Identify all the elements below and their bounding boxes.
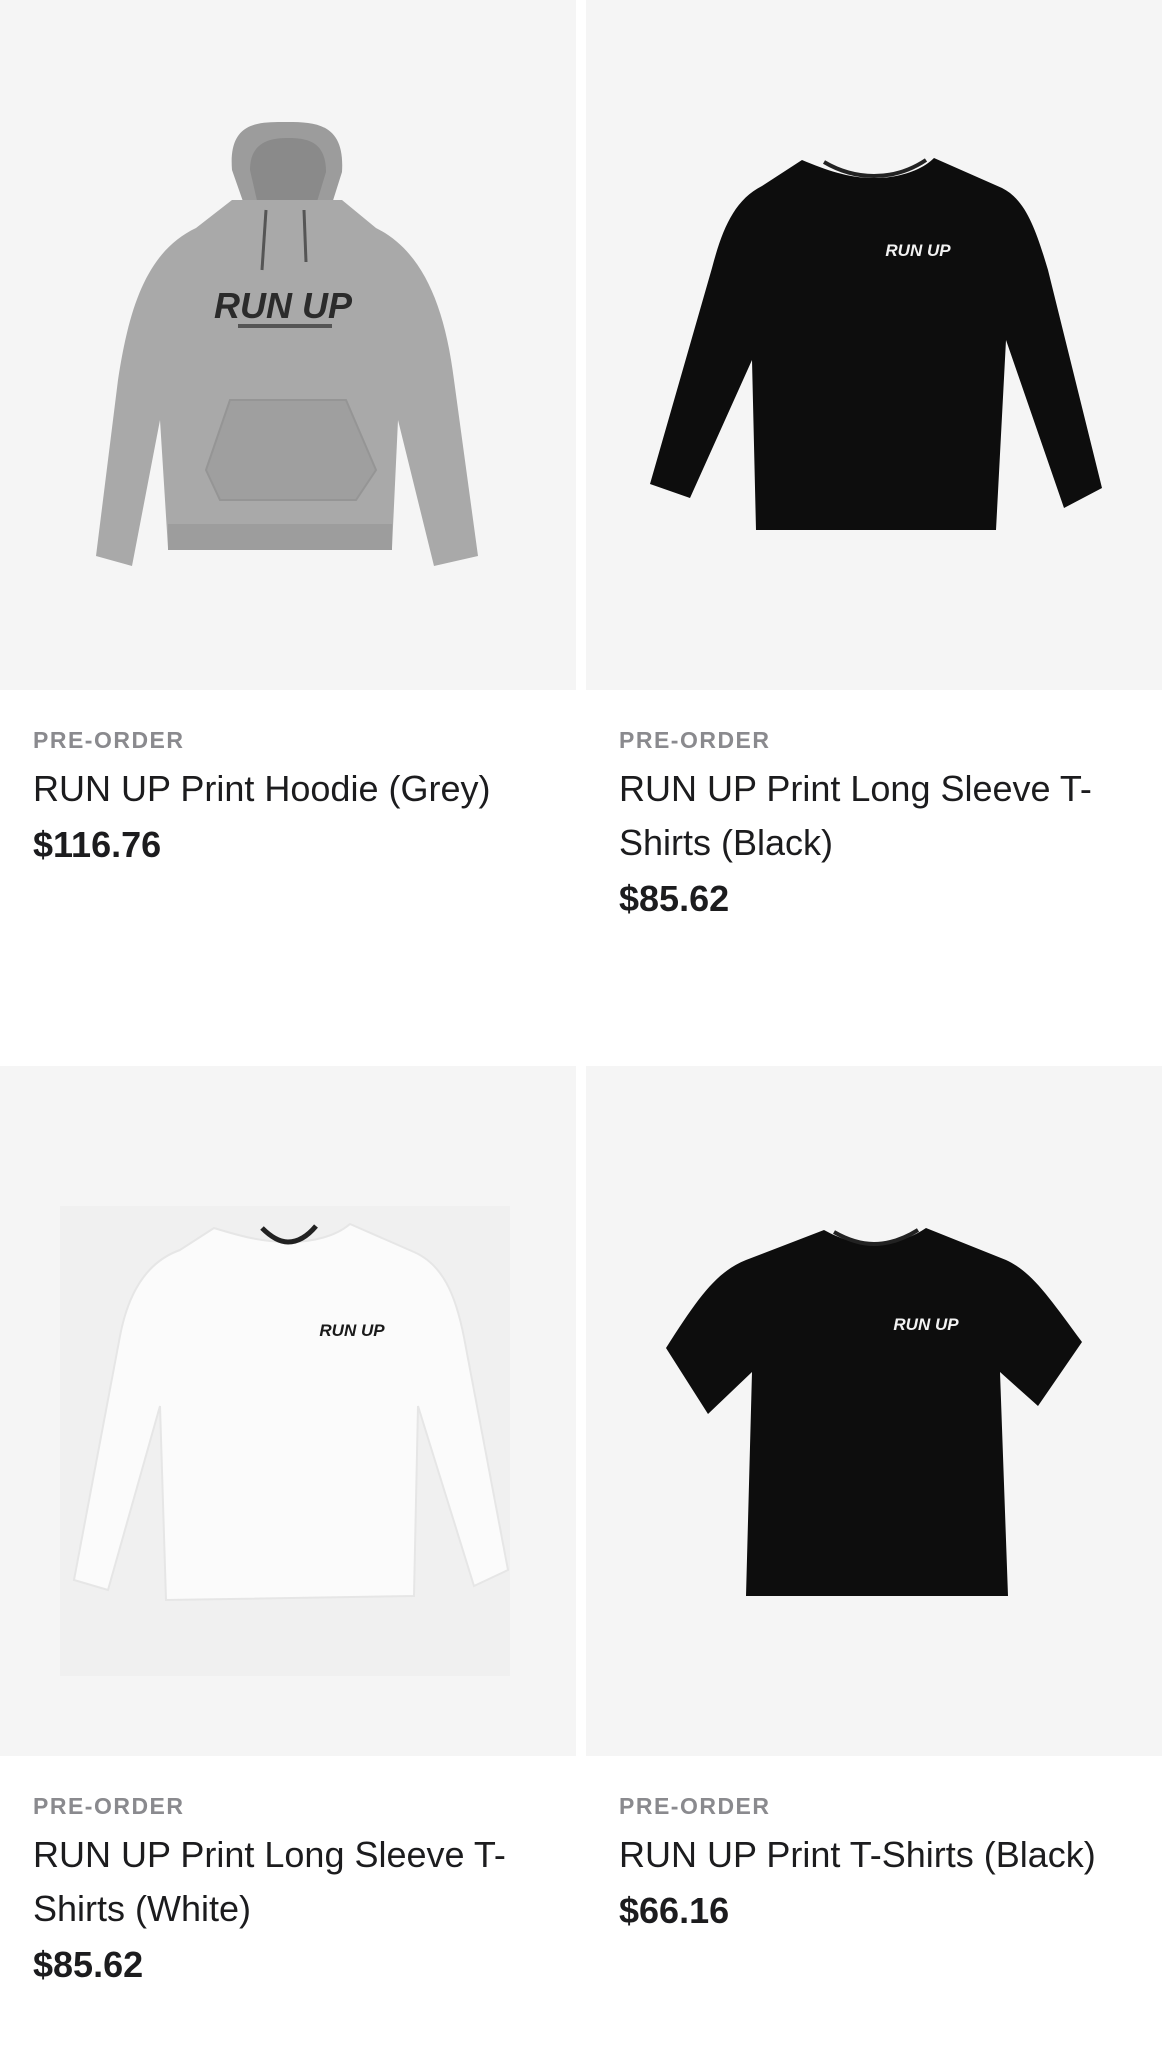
preorder-badge: PRE-ORDER (619, 727, 771, 753)
product-price: $66.16 (619, 1890, 730, 1931)
print-text: RUN UP (319, 1321, 385, 1340)
preorder-badge: PRE-ORDER (619, 1793, 771, 1819)
product-card-black-long-sleeve[interactable]: RUN UP PRE-ORDER RUN UP Print Long Sleev… (586, 0, 1162, 922)
white-long-sleeve-tshirt-icon: RUN UP (60, 1206, 510, 1676)
product-title[interactable]: RUN UP Print T-Shirts (Black) (619, 1828, 1139, 1882)
print-text: RUN UP (893, 1315, 959, 1334)
print-text: RUN UP (885, 241, 951, 260)
product-info: PRE-ORDER RUN UP Print Long Sleeve T-Shi… (0, 1756, 553, 1988)
preorder-badge: PRE-ORDER (33, 727, 185, 753)
product-card-white-long-sleeve[interactable]: RUN UP PRE-ORDER RUN UP Print Long Sleev… (0, 1066, 576, 1988)
product-info: PRE-ORDER RUN UP Print Long Sleeve T-Shi… (586, 690, 1139, 922)
product-price: $116.76 (33, 824, 162, 865)
black-tshirt-icon: RUN UP (666, 1228, 1082, 1596)
product-image[interactable]: RUN UP (586, 0, 1162, 690)
product-image[interactable]: RUN UP (586, 1066, 1162, 1756)
product-grid: RUN UP PRE-ORDER RUN UP Print Hoodie (Gr… (0, 0, 1162, 2048)
product-image[interactable]: RUN UP (0, 1066, 576, 1756)
product-info: PRE-ORDER RUN UP Print T-Shirts (Black) … (586, 1756, 1139, 1934)
product-title[interactable]: RUN UP Print Hoodie (Grey) (33, 762, 553, 816)
product-price: $85.62 (619, 878, 730, 919)
product-title[interactable]: RUN UP Print Long Sleeve T-Shirts (Black… (619, 762, 1139, 870)
product-card-grey-hoodie[interactable]: RUN UP PRE-ORDER RUN UP Print Hoodie (Gr… (0, 0, 576, 868)
preorder-badge: PRE-ORDER (33, 1793, 185, 1819)
grey-hoodie-icon: RUN UP (96, 121, 478, 566)
product-price: $85.62 (33, 1944, 144, 1985)
product-card-black-tshirt[interactable]: RUN UP PRE-ORDER RUN UP Print T-Shirts (… (586, 1066, 1162, 1934)
product-image[interactable]: RUN UP (0, 0, 576, 690)
product-info: PRE-ORDER RUN UP Print Hoodie (Grey) $11… (0, 690, 553, 868)
product-title[interactable]: RUN UP Print Long Sleeve T-Shirts (White… (33, 1828, 553, 1936)
black-long-sleeve-tshirt-icon: RUN UP (650, 158, 1102, 530)
print-text: RUN UP (214, 285, 353, 326)
